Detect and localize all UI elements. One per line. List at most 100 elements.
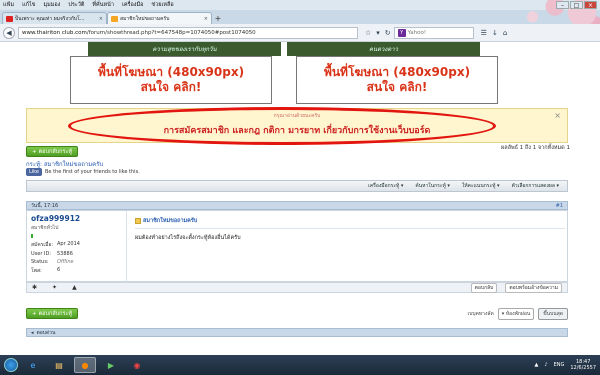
post-header: วันนี้, 17:16 #1 [26, 201, 568, 210]
ie-taskbar-icon[interactable]: e [22, 357, 44, 373]
reputation-bar [31, 234, 33, 238]
ad-left-line2: สนใจ คลิก! [140, 80, 202, 94]
tab-1-label: ป็นเพราะ คุณเท่า ผมจริงวกับโ... [15, 15, 85, 22]
thread-label: กระทู้: [26, 161, 43, 168]
warning-icon[interactable]: ▲ [72, 284, 77, 291]
start-button[interactable] [4, 358, 18, 372]
home-icon[interactable]: ⌂ [503, 29, 507, 37]
clock[interactable]: 18:47 12/6/2557 [570, 359, 596, 371]
tab-2-label: สมาชิกใหม่ขอถามครับ [120, 15, 170, 22]
reply-thread-label: ตอบกลับกระทู้ [38, 148, 73, 155]
header-banner-strip: ความสุขของเรากับทุกวัน คนดวงดาว [88, 42, 480, 56]
minimize-button[interactable]: – [556, 1, 569, 9]
menu-help[interactable]: ช่วยเหลือ [151, 1, 173, 9]
report-icon[interactable]: ✦ [52, 284, 57, 291]
tab-strip: ป็นเพราะ คุณเท่า ผมจริงวกับโ... × สมาชิก… [0, 10, 600, 24]
forum-jump: เบบุคทางลัด ▾ ห้องพักผ่อน ขึ้นบนสุด [26, 307, 568, 320]
search-box[interactable]: Y Yahoo! [393, 26, 474, 39]
menu-bookmarks[interactable]: ที่คั่นหน้า [92, 1, 114, 9]
tray-up-icon[interactable]: ▲ [535, 362, 539, 368]
reply-thread-button-top[interactable]: + ตอบกลับกระทู้ [26, 146, 79, 157]
windows-taskbar: e ▤ ● ▶ ◉ ▲ ♪ ENG 18:47 12/6/2557 [0, 355, 600, 375]
close-window-button[interactable]: × [584, 1, 597, 9]
post-actions: ตอบกลับ ตอบพร้อมอ้างข้อความ [470, 282, 562, 293]
download-icon[interactable]: ↓ [492, 29, 498, 37]
user-info-row: Status: Offline [31, 259, 74, 265]
quick-reply-header: ◂ ตอบด่วน [26, 328, 568, 337]
bookmarks-icon[interactable]: ☰ [481, 29, 487, 37]
url-host: www.thairiton club.com [22, 29, 87, 36]
search-placeholder: Yahoo! [407, 29, 427, 36]
chrome-taskbar-icon[interactable]: ◉ [126, 357, 148, 373]
firefox-taskbar-icon[interactable]: ● [74, 357, 96, 373]
ad-banner-left[interactable]: พื้นที่โฆษณา (480x90px) สนใจ คลิก! [70, 56, 272, 104]
toolbar-icons: ☰ ↓ ⌂ [481, 29, 508, 37]
menu-history[interactable]: ประวัติ [68, 1, 84, 9]
site-favicon-icon [111, 15, 118, 22]
language-indicator[interactable]: ENG [554, 362, 565, 368]
user-info: ofza999912 สมาชิกทั่วไป สมัครเมื่อ: Apr 2… [27, 211, 127, 283]
ad-right-line1: พื้นที่โฆษณา (480x90px) [323, 65, 471, 79]
media-taskbar-icon[interactable]: ▶ [100, 357, 122, 373]
header-banner-right[interactable]: คนดวงดาว [287, 42, 480, 56]
post-message: ผมต้องทำอย่างไรถึงจะตั้งกระทู้ห้องอื่นได… [135, 235, 241, 241]
post-date: วันนี้, 17:16 [31, 202, 59, 209]
quote-post-button[interactable]: ตอบพร้อมอ้างข้อความ [505, 282, 562, 293]
forum-jump-label: เบบุคทางลัด [467, 310, 494, 317]
user-info-row: สมัครเมื่อ: Apr 2014 [31, 241, 80, 248]
url-path: /forum/showthread.php?t=647548p=1074050#… [86, 29, 256, 36]
new-tab-button[interactable]: + [212, 12, 224, 24]
user-rank: สมาชิกทั่วไป [31, 225, 59, 231]
tab-close-icon[interactable]: × [204, 16, 208, 22]
youtube-favicon-icon [6, 15, 13, 22]
tab-2[interactable]: สมาชิกใหม่ขอถามครับ × [107, 12, 212, 24]
rate-thread-menu[interactable]: ให้คะแนนกระทู้ ▾ [462, 182, 500, 190]
search-thread-menu[interactable]: ค้นหาในกระทู้ ▾ [415, 182, 450, 190]
plus-icon: + [32, 148, 37, 155]
ad-banner-right[interactable]: พื้นที่โฆษณา (480x90px) สนใจ คลิก! [296, 56, 498, 104]
menu-tools[interactable]: เครื่องมือ [122, 1, 143, 9]
tab-1[interactable]: ป็นเพราะ คุณเท่า ผมจริงวกับโ... × [2, 12, 107, 24]
explorer-taskbar-icon[interactable]: ▤ [48, 357, 70, 373]
user-info-row: โพส: 6 [31, 267, 61, 274]
notice-close-icon[interactable]: × [554, 111, 561, 120]
star-icon[interactable]: ✱ [32, 284, 37, 291]
divider [135, 228, 565, 229]
username[interactable]: ofza999912 [31, 214, 122, 223]
forum-jump-select[interactable]: ▾ ห้องพักผ่อน [497, 307, 535, 320]
navigation-bar: ◀ www.thairiton club.com /forum/showthre… [0, 24, 600, 42]
thread-tools-menu[interactable]: เครื่องมือกระทู้ ▾ [368, 182, 403, 190]
thread-title-link[interactable]: สมาชิกใหม่ขอถามครับ [44, 161, 103, 168]
display-options-menu[interactable]: ตัวเลือกการแสดงผล ▾ [512, 182, 559, 190]
menu-file[interactable]: แฟ้ม [3, 1, 14, 9]
tab-close-icon[interactable]: × [99, 16, 103, 22]
red-highlight-oval [68, 107, 496, 145]
post: ofza999912 สมาชิกทั่วไป สมัครเมื่อ: Apr 2… [26, 210, 568, 283]
post-title: สมาชิกใหม่ขอถามครับ [135, 217, 565, 225]
collapse-icon[interactable]: ◂ [31, 330, 34, 336]
menu-view[interactable]: มุมมอง [43, 1, 60, 9]
star-icon[interactable]: ☆ [365, 29, 371, 37]
post-title-text: สมาชิกใหม่ขอถามครับ [143, 218, 198, 224]
system-tray: ▲ ♪ ENG 18:47 12/6/2557 [535, 359, 596, 371]
facebook-like: Like Be the first of your friends to lik… [26, 168, 140, 176]
post-footer: ✱ ✦ ▲ ตอบกลับ ตอบพร้อมอ้างข้อความ [26, 282, 568, 293]
fb-like-button[interactable]: Like [26, 168, 42, 176]
reply-post-button[interactable]: ตอบกลับ [470, 282, 498, 293]
user-info-row: User ID: 53886 [31, 251, 73, 257]
post-number[interactable]: #1 [556, 203, 563, 209]
reload-icon[interactable]: ↻ [385, 29, 391, 37]
volume-icon[interactable]: ♪ [544, 362, 547, 368]
menu-edit[interactable]: แก้ไข [22, 1, 35, 9]
back-to-top-button[interactable]: ขึ้นบนสุด [538, 307, 568, 320]
clock-date: 12/6/2557 [570, 365, 596, 371]
maximize-button[interactable]: □ [570, 1, 583, 9]
address-bar[interactable]: www.thairiton club.com /forum/showthread… [18, 26, 358, 39]
back-button[interactable]: ◀ [3, 26, 15, 39]
ad-left-line1: พื้นที่โฆษณา (480x90px) [97, 65, 245, 79]
page-content: ความสุขของเรากับทุกวัน คนดวงดาว พื้นที่โ… [0, 42, 600, 355]
yahoo-icon: Y [397, 28, 406, 37]
header-banner-left[interactable]: ความสุขของเรากับทุกวัน [88, 42, 281, 56]
dropdown-icon[interactable]: ▾ [376, 29, 380, 37]
post-icon [135, 218, 141, 224]
